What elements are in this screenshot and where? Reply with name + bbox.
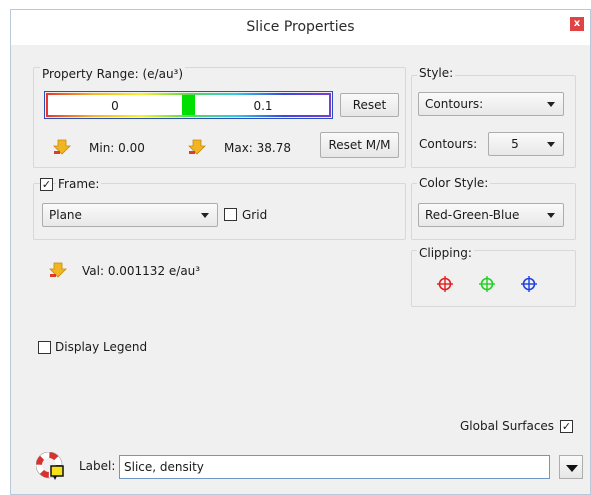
close-button[interactable]: x: [570, 17, 584, 31]
range-slider-thumb[interactable]: [182, 95, 195, 115]
min-label: Min: 0.00: [89, 141, 145, 155]
pick-arrow-icon[interactable]: [188, 139, 206, 155]
display-legend-label: Display Legend: [55, 340, 148, 354]
reset-mm-button[interactable]: Reset M/M: [320, 132, 399, 158]
frame-label: Frame:: [56, 177, 102, 191]
style-type-value: Contours:: [425, 97, 484, 111]
crosshair-red-icon[interactable]: [437, 276, 453, 292]
slice-properties-window: Slice Properties x Property Range: (e/au…: [10, 9, 591, 495]
crosshair-green-icon[interactable]: [479, 276, 495, 292]
range-max-value[interactable]: 0.1: [195, 99, 331, 113]
chevron-down-icon: [566, 465, 578, 472]
color-style-value: Red-Green-Blue: [425, 208, 520, 222]
value-label: Val: 0.001132 e/au³: [82, 264, 201, 278]
reset-button[interactable]: Reset: [340, 93, 399, 117]
contours-select[interactable]: 5: [488, 132, 564, 156]
grid-label: Grid: [242, 208, 268, 222]
color-style-select[interactable]: Red-Green-Blue: [418, 203, 564, 227]
grid-checkbox[interactable]: [224, 208, 237, 221]
style-type-select[interactable]: Contours:: [418, 92, 564, 116]
display-legend-checkbox[interactable]: [38, 341, 51, 354]
label-input[interactable]: Slice, density: [119, 455, 550, 479]
frame-plane-value: Plane: [49, 208, 82, 222]
color-style-label: Color Style:: [417, 176, 491, 190]
pick-arrow-icon[interactable]: [49, 262, 67, 278]
frame-checkbox[interactable]: ✓: [40, 178, 53, 191]
contours-value: 5: [511, 137, 519, 151]
range-min-value[interactable]: 0: [48, 99, 182, 113]
title-bar: Slice Properties x: [11, 10, 590, 45]
global-surfaces-label: Global Surfaces: [460, 419, 555, 433]
chevron-down-icon: [547, 142, 555, 147]
label-dropdown-button[interactable]: [559, 455, 583, 479]
max-label: Max: 38.78: [224, 141, 292, 155]
style-label: Style:: [417, 66, 456, 80]
range-gradient: 0 0.1: [46, 93, 331, 117]
pick-arrow-icon[interactable]: [53, 139, 71, 155]
chevron-down-icon: [547, 102, 555, 107]
lifebuoy-help-icon[interactable]: [36, 452, 64, 480]
property-range-label: Property Range: (e/au³): [40, 67, 186, 81]
chevron-down-icon: [201, 213, 209, 218]
property-range-bar[interactable]: 0 0.1: [44, 91, 333, 119]
crosshair-blue-icon[interactable]: [521, 276, 537, 292]
frame-plane-select[interactable]: Plane: [42, 203, 218, 227]
global-surfaces-checkbox[interactable]: ✓: [560, 420, 573, 433]
label-field-label: Label:: [79, 459, 116, 473]
clipping-label: Clipping:: [417, 246, 474, 260]
contours-label: Contours:: [419, 137, 478, 151]
chevron-down-icon: [547, 213, 555, 218]
window-title: Slice Properties: [246, 19, 355, 35]
